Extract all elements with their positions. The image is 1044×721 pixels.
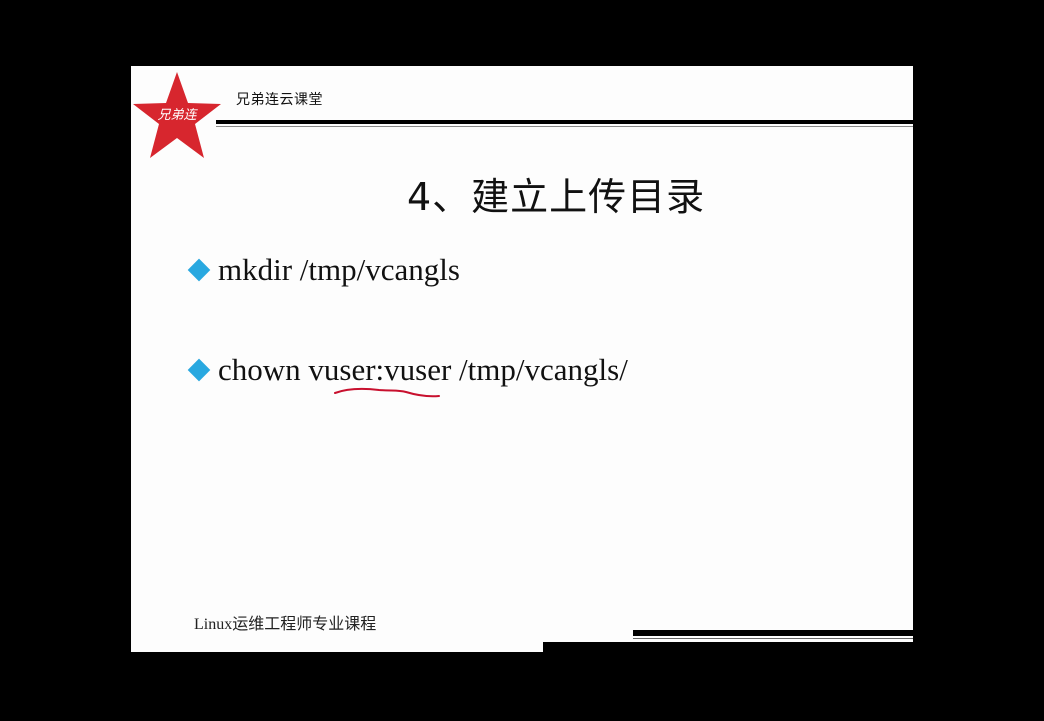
slide: 兄弟连 兄弟连云课堂 4、建立上传目录 mkdir /tmp/vcangls c… [131,66,913,652]
footer-band [543,642,913,652]
star-logo-icon: 兄弟连 [133,72,221,158]
bullet-item: mkdir /tmp/vcangls [187,252,460,288]
course-footer: Linux运维工程师专业课程 [194,616,377,633]
header-rule-thin [216,126,913,127]
bullet-text: chown vuser:vuser /tmp/vcangls/ [218,352,628,387]
bullet-text: mkdir /tmp/vcangls [218,252,460,287]
diamond-bullet-icon [187,258,211,282]
brand-name: 兄弟连云课堂 [236,92,323,108]
bullet-item: chown vuser:vuser /tmp/vcangls/ [187,352,628,388]
footer-rule [633,630,913,636]
footer-rule-thin [633,638,913,639]
slide-title: 4、建立上传目录 [407,175,706,219]
logo-text: 兄弟连 [157,108,198,123]
diamond-bullet-icon [187,358,211,382]
header-rule [216,120,913,124]
underline-annotation [334,388,440,398]
